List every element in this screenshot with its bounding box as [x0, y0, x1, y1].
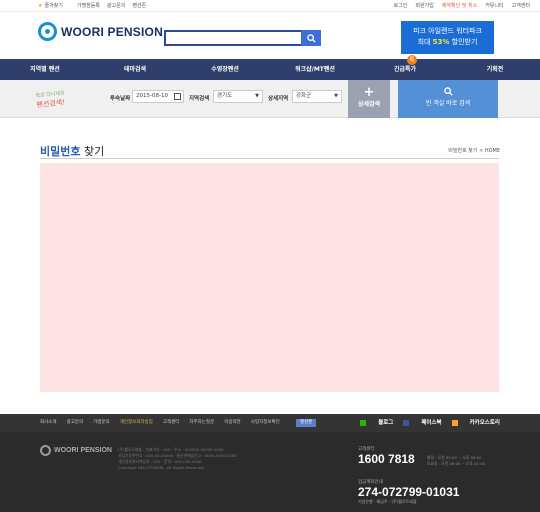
- search-box: [164, 30, 321, 52]
- footer-link-about[interactable]: 회사소개: [40, 414, 57, 432]
- calendar-icon[interactable]: [174, 93, 181, 100]
- facebook-icon: [403, 420, 410, 426]
- plus-icon: +: [363, 85, 375, 100]
- banner-prefix: 최대: [417, 38, 433, 46]
- facebook-link[interactable]: 페이스북: [403, 414, 442, 432]
- logo-pin-icon: [40, 445, 51, 456]
- breadcrumb[interactable]: 비밀번호 찾기 < HOME: [448, 147, 500, 154]
- region-select[interactable]: 경기도 ▼: [213, 90, 263, 103]
- nav-item-workshop[interactable]: 워크샵/MT펜션: [270, 59, 360, 80]
- customer-center: 고객센터 1600 7818: [358, 446, 415, 466]
- pension-zone-link[interactable]: 펜션존: [132, 0, 146, 12]
- page-title-highlight: 비밀번호: [40, 145, 81, 158]
- community-link[interactable]: 커뮤니티: [485, 0, 503, 12]
- subregion-select[interactable]: 강화군 ▼: [292, 90, 342, 103]
- favorites-link[interactable]: ★ 즐겨찾기: [38, 0, 70, 12]
- utility-bar: ★ 즐겨찾기 가맹점등록 광고문의 펜션존 로그인 회원가입 예약확인 및 취소 …: [0, 0, 540, 12]
- footer-nav: 회사소개 광고문의 가맹문의 개인정보처리방침 고객센터 자주하는질문 이용약관…: [0, 414, 540, 432]
- region-label: 지역검색: [189, 96, 210, 102]
- kakaostory-label: 카카오스토리: [469, 420, 500, 426]
- page-title: 비밀번호 찾기: [40, 143, 104, 159]
- company-info: (주)헬로트래블 · 대표이사 : 000 · 주소 : 000000 0000…: [118, 447, 328, 471]
- detail-search-button[interactable]: + 상세검색: [348, 80, 390, 118]
- footer-link-privacy[interactable]: 개인정보처리방침: [120, 414, 153, 432]
- login-link[interactable]: 로그인: [394, 0, 408, 12]
- nav-item-region[interactable]: 지역별 펜션: [0, 59, 90, 80]
- chevron-down-icon: ▼: [255, 93, 259, 99]
- date-field[interactable]: 2015-08-10: [132, 90, 184, 103]
- account-number: 274-072799-01031: [358, 485, 460, 499]
- footer-links: 회사소개 광고문의 가맹문의 개인정보처리방침 고객센터 자주하는질문 이용약관…: [40, 414, 290, 432]
- footer-logo-text: WOORI PENSION: [54, 447, 112, 454]
- main-nav: 지역별 펜션 테마검색 수영장펜션 워크샵/MT펜션 긴급특가 기획전 특: [0, 55, 540, 80]
- title-divider: [40, 158, 499, 159]
- search-input[interactable]: [166, 40, 302, 52]
- banner-discount: 53%: [432, 38, 450, 46]
- footer-logo: WOORI PENSION: [40, 445, 112, 456]
- bank-account: 입금계좌안내 274-072799-01031 기업은행 · 예금주 : (주)…: [358, 479, 459, 505]
- site-logo[interactable]: WOORI PENSION: [38, 22, 163, 41]
- footer-link-terms[interactable]: 이용약관: [224, 414, 241, 432]
- pension-zone-tag[interactable]: 펜션존: [296, 419, 317, 427]
- account-holder: 기업은행 · 예금주 : (주)헬로트래블: [358, 499, 417, 504]
- logo-pin-icon: [38, 22, 57, 41]
- copyright: Copyright HELLOTRAVEL. All Rights Reserv…: [118, 465, 205, 470]
- nav-item-pool[interactable]: 수영장펜션: [180, 59, 270, 80]
- favorites-label: 즐겨찾기: [44, 3, 63, 9]
- pension-search-bar: 학교 다니세요 펜션검색! 투숙날짜 2015-08-10 지역검색 경기도 ▼…: [0, 80, 540, 118]
- kakaostory-link[interactable]: 카카오스토리: [451, 414, 500, 432]
- date-label: 투숙날짜: [110, 96, 131, 102]
- blog-label: 블로그: [378, 420, 394, 426]
- franchise-link[interactable]: 가맹점등록: [77, 0, 100, 12]
- content-area: [40, 163, 499, 392]
- slogan: 학교 다니세요 펜션검색!: [35, 86, 101, 111]
- utility-left: ★ 즐겨찾기 가맹점등록 광고문의 펜션존: [38, 0, 153, 12]
- cs-hours-saturday: 토요일 : 오전 09:00 ~ 오후 01:00: [427, 461, 486, 466]
- banner-line2: 최대 53% 할인받기: [401, 37, 494, 48]
- nav-item-theme[interactable]: 테마검색: [90, 59, 180, 80]
- footer-link-franchise[interactable]: 가맹문의: [93, 414, 110, 432]
- header: WOORI PENSION 피크 아일랜드 워터파크 최대 53% 할인받기: [0, 12, 540, 59]
- utility-right: 로그인 회원가입 예약확인 및 취소 커뮤니티 고객센터: [386, 0, 530, 12]
- footer-link-cs[interactable]: 고객센터: [163, 414, 180, 432]
- region-value: 경기도: [217, 93, 233, 99]
- date-value: 2015-08-10: [136, 93, 168, 99]
- customer-center-link[interactable]: 고객센터: [512, 0, 530, 12]
- search-icon: [306, 33, 316, 43]
- search-button[interactable]: [301, 30, 321, 46]
- star-icon: ★: [38, 3, 43, 9]
- footer-link-faq[interactable]: 자주하는질문: [189, 414, 214, 432]
- slogan-main: 펜션검색!: [36, 98, 66, 110]
- special-badge: 특: [407, 55, 417, 65]
- subregion-value: 강화군: [296, 93, 312, 99]
- cs-phone: 1600 7818: [358, 452, 415, 466]
- signup-link[interactable]: 회원가입: [415, 0, 433, 12]
- nav-item-special[interactable]: 긴급특가: [360, 59, 450, 80]
- kakaostory-icon: [451, 420, 458, 426]
- facebook-label: 페이스북: [421, 420, 442, 426]
- cs-hours: 평일 : 오전 09:00 ~ 오후 06:00 토요일 : 오전 09:00 …: [427, 455, 485, 467]
- banner-suffix: 할인받기: [449, 38, 478, 46]
- logo-text: WOORI PENSION: [61, 24, 163, 39]
- footer-link-business[interactable]: 사업자정보확인: [251, 414, 280, 432]
- vacancy-search-button[interactable]: 빈 객실 바로 검색: [398, 80, 498, 118]
- banner-line1: 피크 아일랜드 워터파크: [413, 27, 482, 35]
- sns-links: 블로그 페이스북 카카오스토리: [350, 414, 500, 432]
- page-title-rest: 찾기: [80, 145, 105, 158]
- subregion-label: 상세지역: [268, 96, 289, 102]
- detail-search-label: 상세검색: [357, 101, 381, 108]
- footer-link-ad[interactable]: 광고문의: [67, 414, 84, 432]
- nav-item-exhibition[interactable]: 기획전: [450, 59, 540, 80]
- reservation-check-link[interactable]: 예약확인 및 취소: [442, 0, 477, 12]
- slogan-top: 학교 다니세요: [35, 90, 66, 100]
- search-icon: [443, 87, 453, 96]
- vacancy-search-label: 빈 객실 바로 검색: [425, 100, 471, 107]
- waterpark-banner[interactable]: 피크 아일랜드 워터파크 최대 53% 할인받기: [401, 21, 494, 54]
- blog-link[interactable]: 블로그: [360, 414, 393, 432]
- blog-icon: [360, 420, 367, 426]
- chevron-down-icon: ▼: [334, 93, 338, 99]
- footer: WOORI PENSION (주)헬로트래블 · 대표이사 : 000 · 주소…: [0, 432, 540, 512]
- ad-inquiry-link[interactable]: 광고문의: [107, 0, 125, 12]
